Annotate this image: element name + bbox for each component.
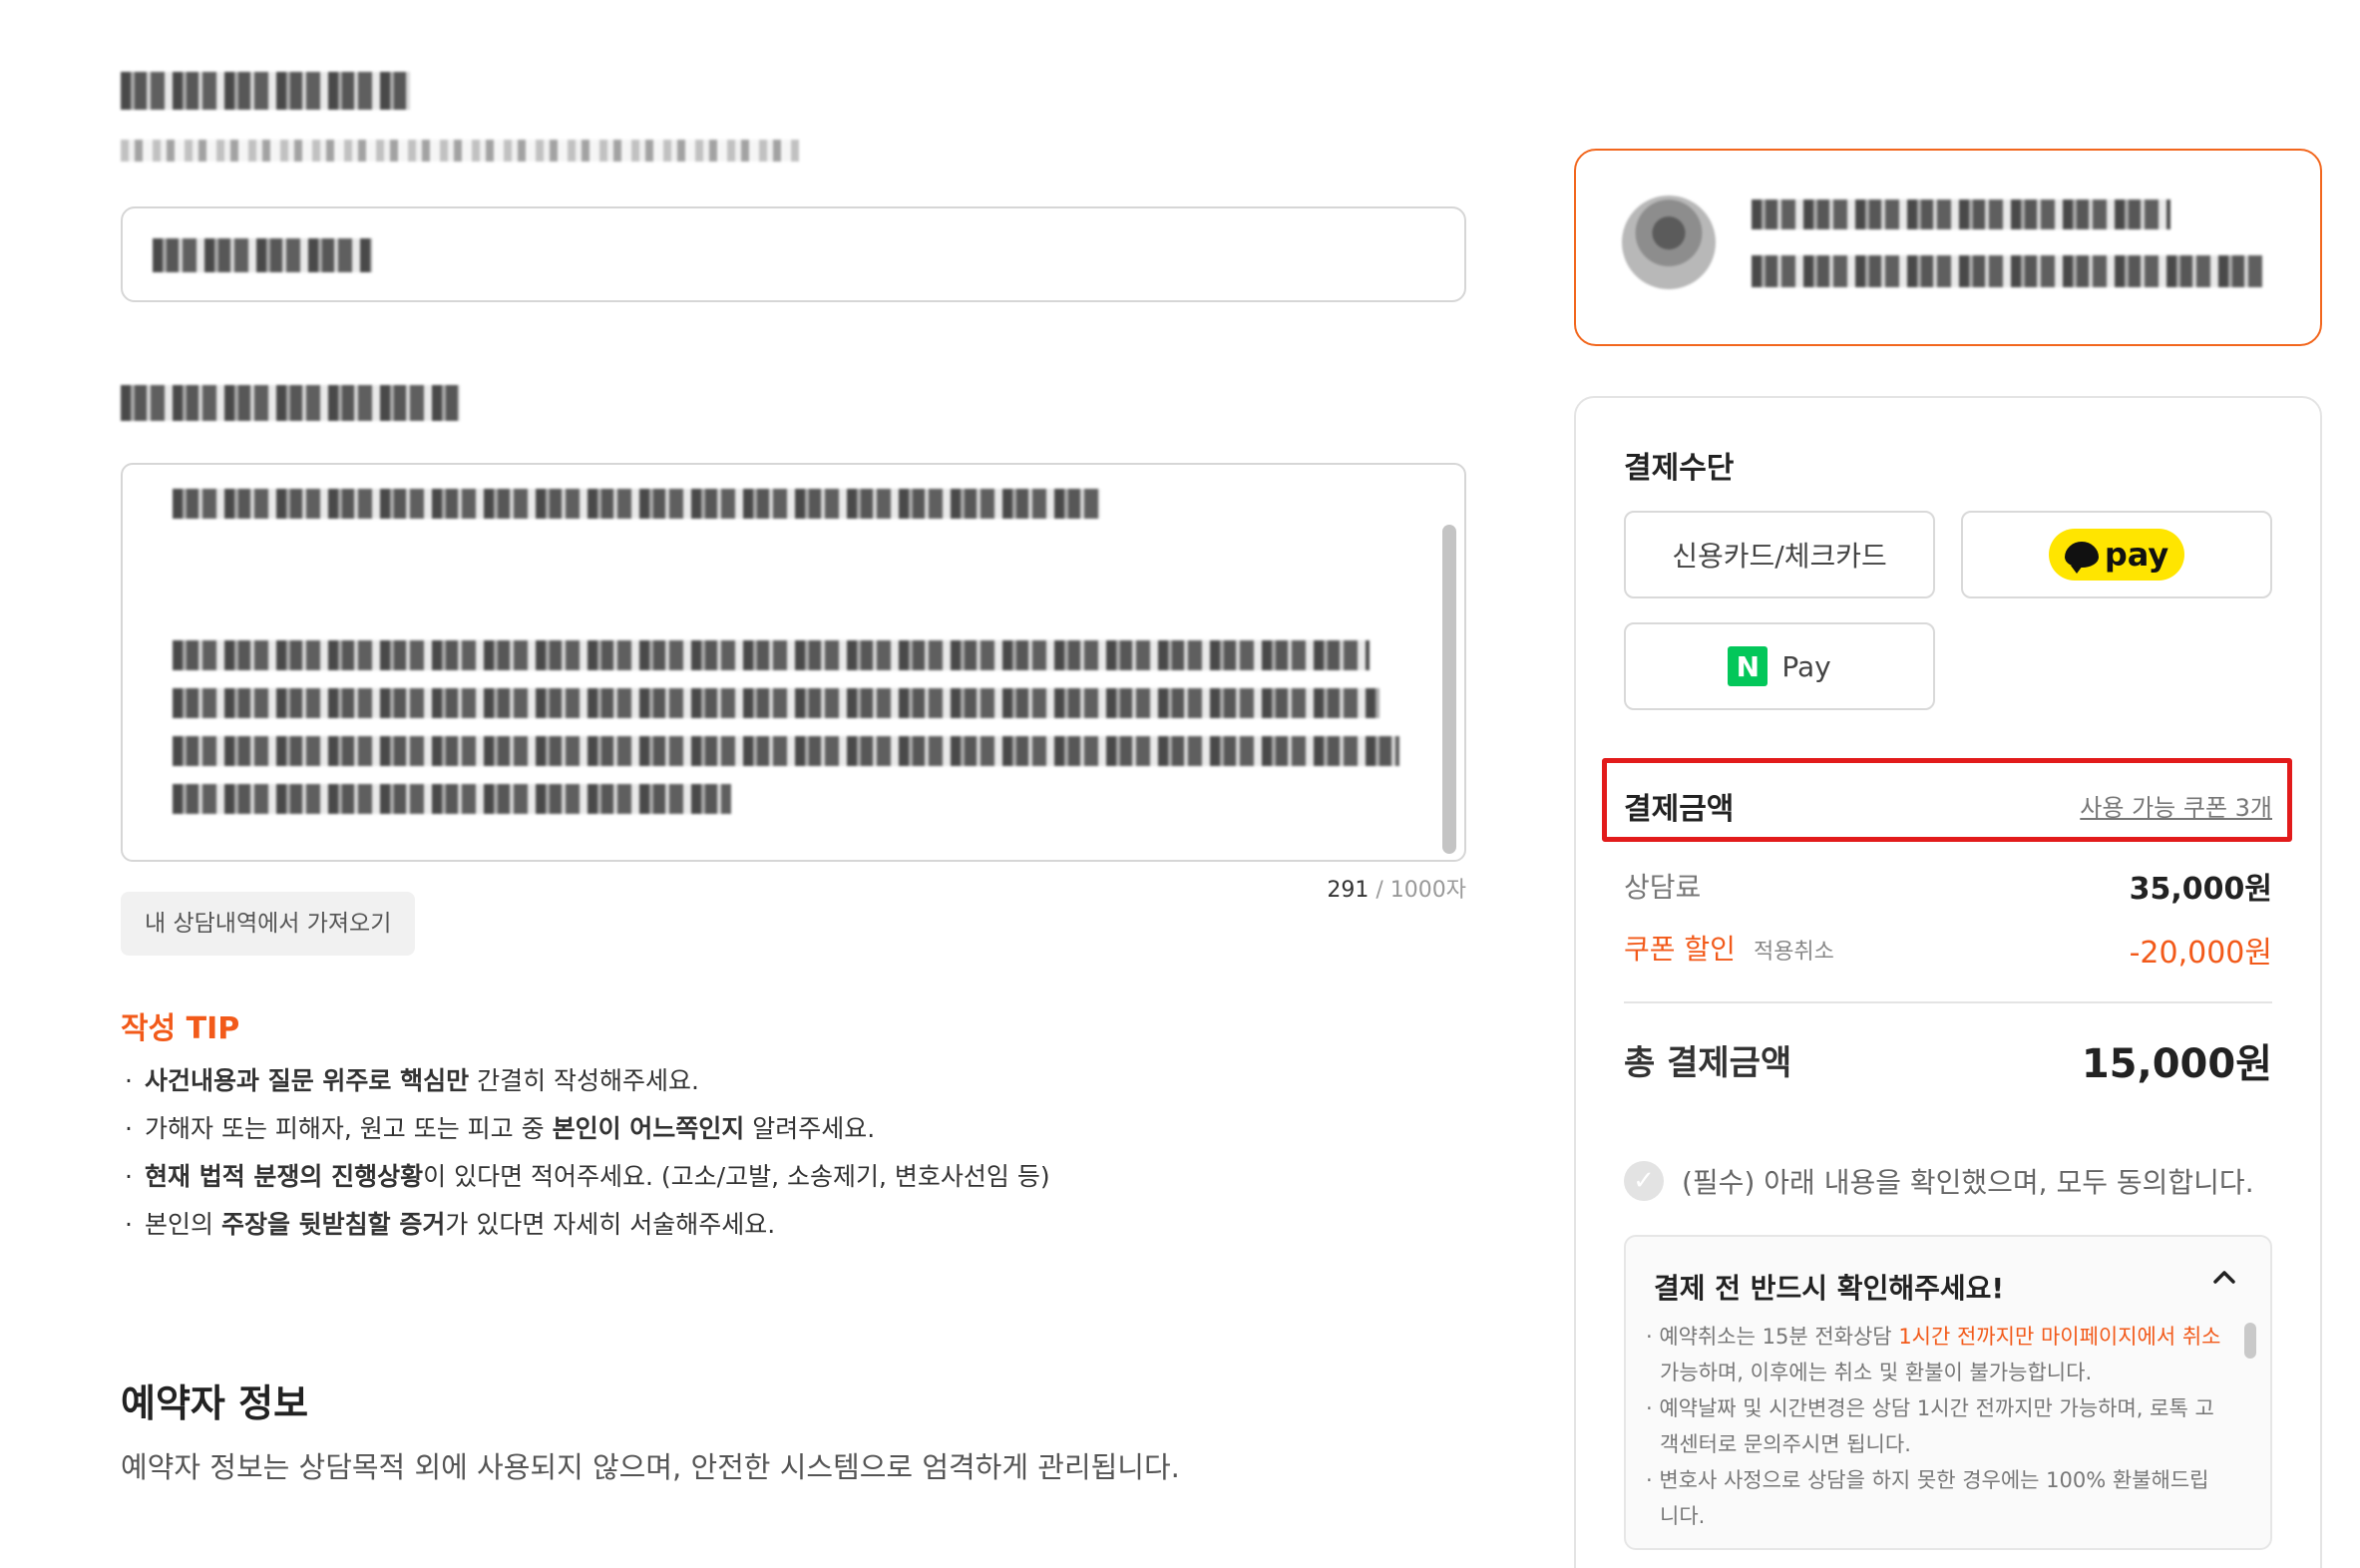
available-coupons-link[interactable]: 사용 가능 쿠폰 3개 bbox=[2075, 788, 2272, 823]
avatar bbox=[1622, 196, 1716, 289]
tip-item: 본인의 주장을 뒷받침할 증거가 있다면 자세히 서술해주세요. bbox=[121, 1205, 1050, 1253]
tip-item: 사건내용과 질문 위주로 핵심만 간결히 작성해주세요. bbox=[121, 1061, 1050, 1109]
discount-label: 쿠폰 할인 bbox=[1624, 933, 1736, 966]
tip-bold: 현재 법적 분쟁의 진행상황 bbox=[145, 1162, 424, 1191]
naver-n-icon: N bbox=[1728, 646, 1769, 686]
char-counter: 291 / 1000자 bbox=[1317, 872, 1466, 904]
kakao-pay-logo: pay bbox=[2048, 529, 2185, 581]
agree-text: (필수) 아래 내용을 확인했으며, 모두 동의합니다. bbox=[1682, 1166, 2254, 1199]
notice-list: · 예약취소는 15분 전화상담 1시간 전까지만 마이페이지에서 취소 가능하… bbox=[1646, 1319, 2224, 1534]
booker-section-title: 예약자 정보 bbox=[121, 1381, 309, 1425]
cancel-coupon-button[interactable]: 적용취소 bbox=[1754, 934, 1834, 966]
booker-section-description: 예약자 정보는 상담목적 외에 사용되지 않으며, 안전한 시스템으로 엄격하게… bbox=[121, 1450, 1180, 1484]
payment-method-title: 결제수단 bbox=[1624, 451, 1735, 486]
kakao-bubble-icon bbox=[2064, 542, 2099, 574]
naver-pay-button[interactable]: N Pay bbox=[1624, 622, 1935, 710]
fee-value: 35,000원 bbox=[2129, 872, 2272, 907]
notice-item: · 예약취소는 15분 전화상담 1시간 전까지만 마이페이지에서 취소 가능하… bbox=[1646, 1319, 2224, 1390]
payment-notice-panel: 결제 전 반드시 확인해주세요! · 예약취소는 15분 전화상담 1시간 전까… bbox=[1624, 1235, 2272, 1550]
notice-scrollbar[interactable] bbox=[2244, 1323, 2256, 1359]
textarea-line bbox=[173, 736, 1399, 766]
tip-text: 알려주세요. bbox=[744, 1114, 876, 1143]
notice-item: · 예약날짜 및 시간변경은 상담 1시간 전까지만 가능하며, 로톡 고객센터… bbox=[1646, 1390, 2224, 1462]
textarea-line bbox=[173, 784, 731, 814]
tip-item: 가해자 또는 피해자, 원고 또는 피고 중 본인이 어느쪽인지 알려주세요. bbox=[121, 1109, 1050, 1157]
textarea-line bbox=[173, 489, 1100, 519]
notice-text: · 예약취소는 15분 전화상담 bbox=[1646, 1325, 1899, 1349]
notice-highlight: 1시간 전까지만 마이페이지에서 취소 bbox=[1898, 1325, 2221, 1349]
total-value: 15,000원 bbox=[2081, 1041, 2272, 1087]
tip-text: 가해자 또는 피해자, 원고 또는 피고 중 bbox=[145, 1114, 553, 1143]
agree-checkbox[interactable]: ✓ bbox=[1624, 1161, 1664, 1201]
notice-text: · 예약날짜 및 시간변경은 상담 1시간 전까지만 가능하며, 로톡 고객센터… bbox=[1646, 1396, 2214, 1456]
agree-row[interactable]: ✓ (필수) 아래 내용을 확인했으며, 모두 동의합니다. bbox=[1624, 1161, 2254, 1201]
payment-amount-title: 결제금액 bbox=[1624, 792, 1735, 827]
textarea-line bbox=[173, 688, 1379, 718]
notice-title: 결제 전 반드시 확인해주세요! bbox=[1654, 1272, 2005, 1305]
kakao-pay-label: pay bbox=[2104, 536, 2169, 574]
textarea-line bbox=[173, 640, 1370, 670]
card-payment-button[interactable]: 신용카드/체크카드 bbox=[1624, 511, 1935, 598]
case-title-redacted bbox=[121, 72, 410, 110]
textarea-scrollbar[interactable] bbox=[1442, 525, 1456, 854]
reference-value-redacted bbox=[153, 238, 372, 272]
tip-item: 현재 법적 분쟁의 진행상황이 있다면 적어주세요. (고소/고발, 소송제기,… bbox=[121, 1157, 1050, 1205]
notice-text: 가능하며, 이후에는 취소 및 환불이 불가능합니다. bbox=[1660, 1361, 2093, 1384]
content-heading-redacted bbox=[121, 385, 460, 421]
card-payment-label: 신용카드/체크카드 bbox=[1672, 540, 1887, 573]
chevron-up-icon[interactable] bbox=[2210, 1263, 2238, 1298]
tip-text: 본인의 bbox=[145, 1210, 221, 1239]
tip-text: 가 있다면 자세히 서술해주세요. bbox=[445, 1210, 776, 1239]
tip-text: 간결히 작성해주세요. bbox=[469, 1066, 699, 1095]
tip-list: 사건내용과 질문 위주로 핵심만 간결히 작성해주세요. 가해자 또는 피해자,… bbox=[121, 1061, 1050, 1253]
naver-pay-label: Pay bbox=[1781, 649, 1831, 683]
reservation-datetime-redacted bbox=[1752, 255, 2262, 287]
consultation-textarea[interactable] bbox=[121, 463, 1466, 862]
lawyer-name-redacted bbox=[1752, 199, 2170, 229]
tip-text: 이 있다면 적어주세요. (고소/고발, 소송제기, 변호사선임 등) bbox=[423, 1162, 1050, 1191]
total-label: 총 결제금액 bbox=[1624, 1043, 1792, 1083]
discount-value: -20,000원 bbox=[2129, 936, 2272, 971]
tip-bold: 사건내용과 질문 위주로 핵심만 bbox=[145, 1066, 470, 1095]
reference-field[interactable] bbox=[121, 206, 1466, 302]
divider bbox=[1624, 1001, 2272, 1003]
case-subtitle-redacted bbox=[121, 140, 799, 162]
fee-label: 상담료 bbox=[1624, 871, 1702, 904]
discount-row: 쿠폰 할인 적용취소 bbox=[1624, 928, 1834, 968]
notice-text: · 변호사 사정으로 상담을 하지 못한 경우에는 100% 환불해드립니다. bbox=[1646, 1468, 2209, 1528]
notice-item: · 변호사 사정으로 상담을 하지 못한 경우에는 100% 환불해드립니다. bbox=[1646, 1462, 2224, 1534]
tip-bold: 주장을 뒷받침할 증거 bbox=[220, 1210, 446, 1239]
char-count: 291 bbox=[1327, 878, 1370, 903]
tip-bold: 본인이 어느쪽인지 bbox=[552, 1114, 745, 1143]
char-max: / 1000자 bbox=[1369, 878, 1466, 903]
import-history-button[interactable]: 내 상담내역에서 가져오기 bbox=[121, 892, 416, 956]
kakao-pay-button[interactable]: pay bbox=[1961, 511, 2272, 598]
tip-title: 작성 TIP bbox=[121, 1011, 240, 1046]
